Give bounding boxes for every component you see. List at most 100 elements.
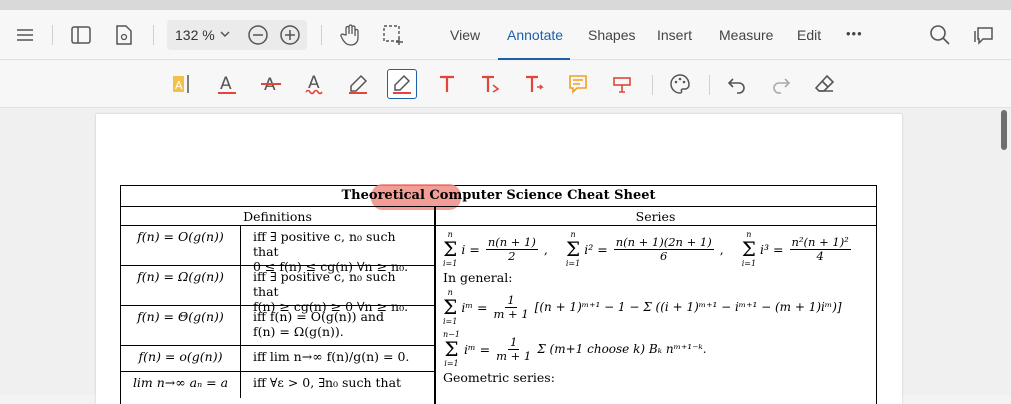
formula-text: i³ = — [760, 241, 784, 257]
definition-term: f(n) = o(g(n)) — [121, 346, 241, 371]
fraction: n(n + 1)(2n + 1) 6 — [613, 234, 714, 263]
vertical-scrollbar[interactable] — [1001, 110, 1007, 150]
series-header: Series — [435, 207, 876, 226]
menu-measure[interactable]: Measure — [719, 27, 773, 43]
series-column: n Σi=1 i = n(n + 1) 2 , n Σi=1 i² = n(n + 1… — [443, 228, 873, 385]
ink-pen-icon[interactable] — [343, 69, 373, 99]
chevron-down-icon[interactable] — [219, 27, 231, 46]
cheat-sheet-table: Theoretical Computer Science Cheat Sheet… — [120, 184, 877, 404]
definition-term: f(n) = O(g(n)) — [121, 226, 241, 265]
annotation-toolbar: A A A A — [0, 61, 1011, 108]
pan-hand-icon[interactable] — [337, 22, 363, 48]
svg-text:A: A — [175, 79, 183, 92]
definition-line: iff ∃ positive c, n₀ such that — [253, 229, 396, 259]
comment-note-icon[interactable] — [563, 69, 593, 99]
definitions-header: Definitions — [121, 207, 434, 226]
zoom-value[interactable]: 132 % — [175, 27, 215, 43]
menu-edit[interactable]: Edit — [797, 27, 821, 43]
definition-row: f(n) = O(g(n)) iff ∃ positive c, n₀ such… — [121, 226, 434, 274]
strikeout-text-icon[interactable]: A — [256, 69, 286, 99]
zoom-control: 132 % — [167, 20, 307, 50]
separator — [709, 75, 710, 95]
column-divider — [434, 207, 436, 404]
definition-term: lim n→∞ aₙ = a — [121, 372, 241, 398]
denominator: m + 1 — [493, 306, 529, 321]
document-title-row: Theoretical Computer Science Cheat Sheet — [121, 186, 876, 207]
document-title: Theoretical Computer Science Cheat Sheet — [341, 188, 656, 203]
sum-symbol: n Σi=1 — [741, 230, 757, 268]
definition-line: f(n) = Ω(g(n)). — [253, 324, 344, 339]
definition-text: iff ∀ε > 0, ∃n₀ such that — [241, 372, 434, 398]
zoom-out-icon[interactable] — [247, 24, 269, 51]
separator — [52, 25, 53, 45]
menu-icon[interactable] — [12, 22, 38, 48]
color-palette-icon[interactable] — [665, 69, 695, 99]
definition-text: iff ∃ positive c, n₀ such that 0 ≤ f(n) … — [241, 226, 434, 274]
formula-text: iᵐ = — [463, 341, 491, 357]
numerator: n(n + 1)(2n + 1) — [613, 234, 714, 250]
geometric-series-label: Geometric series: — [443, 370, 555, 385]
sum-symbol: n Σi=1 — [443, 288, 458, 326]
separator — [153, 25, 154, 45]
undo-icon[interactable] — [722, 69, 752, 99]
definition-text: iff lim n→∞ f(n)/g(n) = 0. — [241, 346, 434, 371]
marquee-select-icon[interactable] — [380, 22, 406, 48]
sum-symbol: n Σi=1 — [443, 230, 458, 268]
fraction: 1m + 1 — [493, 292, 529, 321]
numerator: 1 — [508, 334, 520, 350]
numerator: n(n + 1) — [485, 234, 538, 250]
definition-text: iff f(n) = O(g(n)) and f(n) = Ω(g(n)). — [241, 306, 434, 345]
comments-icon[interactable] — [971, 22, 997, 48]
definition-row: lim n→∞ aₙ = a iff ∀ε > 0, ∃n₀ such that — [121, 372, 434, 398]
formula-text: iᵐ = — [461, 299, 488, 315]
pdf-page[interactable]: Theoretical Computer Science Cheat Sheet… — [96, 114, 902, 404]
sum-symbol: n Σi=1 — [565, 230, 581, 268]
denominator: 4 — [816, 248, 824, 263]
underline-text-icon[interactable]: A — [212, 69, 242, 99]
svg-text:A: A — [220, 74, 232, 94]
definition-line: iff ∃ positive c, n₀ such that — [253, 269, 396, 299]
definition-row: f(n) = Θ(g(n)) iff f(n) = O(g(n)) and f(… — [121, 306, 434, 346]
text-insert-icon[interactable] — [519, 69, 549, 99]
main-toolbar: 132 % View Annotate Shapes Insert Measur… — [0, 10, 1011, 60]
eraser-icon[interactable] — [810, 69, 840, 99]
search-icon[interactable] — [927, 22, 953, 48]
formula-text: [(n + 1)ᵐ⁺¹ − 1 − Σ ((i + 1)ᵐ⁺¹ − iᵐ⁺¹ −… — [534, 300, 842, 314]
freehand-highlight-icon[interactable] — [387, 69, 417, 99]
definition-text: iff ∃ positive c, n₀ such that f(n) ≥ cg… — [241, 266, 434, 314]
redo-icon[interactable] — [766, 69, 796, 99]
highlight-text-icon[interactable]: A — [167, 69, 197, 99]
definitions-column: f(n) = O(g(n)) iff ∃ positive c, n₀ such… — [121, 226, 434, 398]
sum-formulas: n Σi=1 i = n(n + 1) 2 , n Σi=1 i² = n(n + 1… — [443, 230, 851, 268]
denominator: 6 — [660, 248, 668, 263]
active-tab-underline — [498, 58, 570, 60]
separator — [321, 25, 322, 45]
text-box-icon[interactable] — [607, 69, 637, 99]
definition-term: f(n) = Θ(g(n)) — [121, 306, 241, 345]
numerator: 1 — [505, 292, 517, 308]
definition-line: iff ∀ε > 0, ∃n₀ such that — [253, 375, 402, 390]
menu-annotate[interactable]: Annotate — [507, 27, 563, 43]
fraction: 1m + 1 — [496, 334, 532, 363]
more-options-icon[interactable]: ••• — [846, 26, 863, 41]
callout-text-icon[interactable] — [475, 69, 505, 99]
denominator: m + 1 — [496, 348, 532, 363]
denominator: 2 — [508, 248, 516, 263]
svg-text:A: A — [308, 73, 320, 93]
sidebar-toggle-icon[interactable] — [68, 22, 94, 48]
definition-line: iff lim n→∞ f(n)/g(n) = 0. — [253, 349, 410, 364]
menu-insert[interactable]: Insert — [657, 27, 692, 43]
fraction: n²(n + 1)² 4 — [789, 235, 851, 263]
zoom-in-icon[interactable] — [279, 24, 301, 51]
document-viewer[interactable]: Theoretical Computer Science Cheat Sheet… — [0, 108, 1011, 404]
sum-symbol: n−1 Σi=1 — [443, 330, 460, 368]
menu-view[interactable]: View — [450, 27, 480, 43]
document-settings-icon[interactable] — [111, 22, 137, 48]
definition-term: f(n) = Ω(g(n)) — [121, 266, 241, 305]
general-formula-2: n−1 Σi=1 iᵐ = 1m + 1 Σ (m+1 choose k) Bₖ … — [443, 328, 873, 370]
squiggly-text-icon[interactable]: A — [300, 69, 330, 99]
window-top-strip — [0, 0, 1011, 10]
free-text-icon[interactable] — [432, 69, 462, 99]
formula-text: i² = — [584, 241, 608, 257]
menu-shapes[interactable]: Shapes — [588, 27, 635, 43]
